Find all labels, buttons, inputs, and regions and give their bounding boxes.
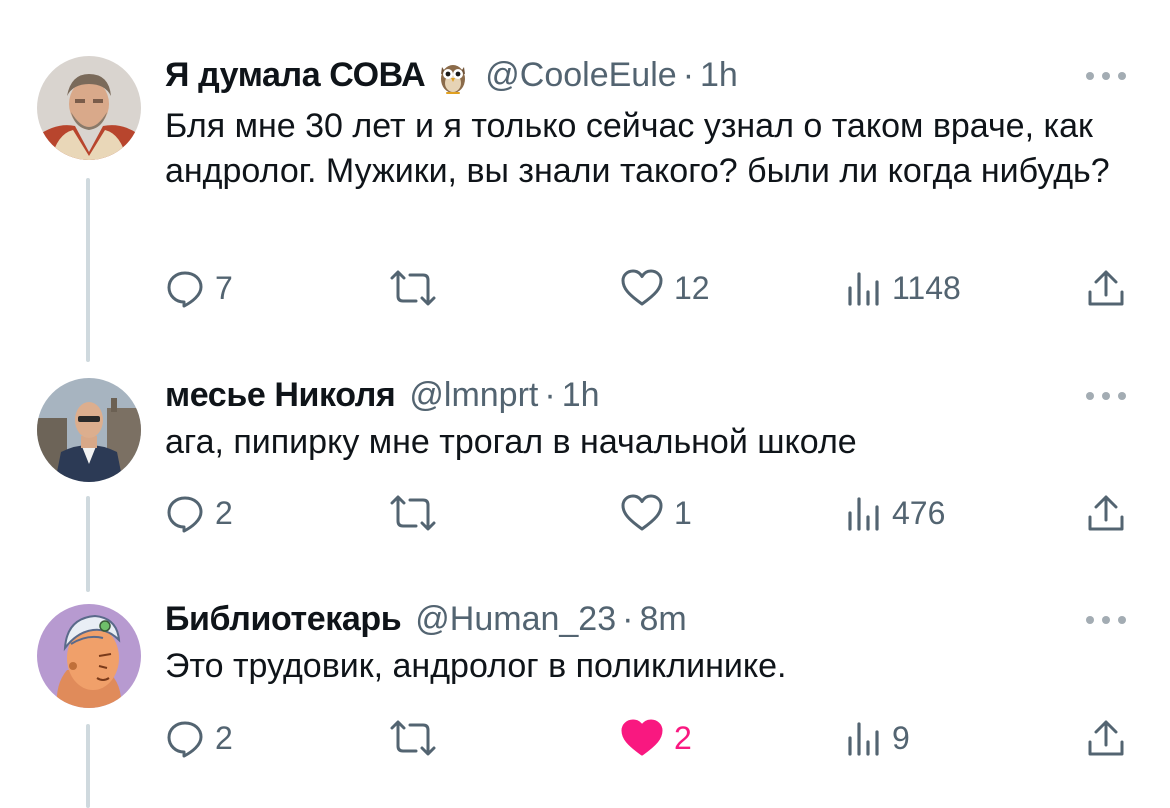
share-icon	[1088, 495, 1124, 531]
thread-line	[86, 724, 90, 808]
share-icon	[1088, 270, 1124, 306]
separator: ·	[622, 599, 634, 638]
like-icon	[621, 269, 663, 306]
reply-button[interactable]: 2	[165, 716, 233, 760]
reply-count: 2	[215, 719, 233, 756]
views-icon	[848, 272, 879, 306]
handle[interactable]: @Human_23	[415, 600, 616, 639]
tweet-header: Я думала СОВА @CooleEule · 1h	[165, 54, 738, 96]
reply-icon	[167, 496, 203, 533]
more-icon[interactable]	[1086, 616, 1130, 626]
avatar[interactable]	[37, 604, 141, 708]
retweet-icon	[390, 720, 436, 756]
share-button[interactable]	[1084, 266, 1128, 310]
reply-icon	[167, 271, 203, 308]
like-count: 1	[674, 494, 692, 531]
display-name[interactable]: Я думала СОВА	[165, 56, 426, 95]
handle[interactable]: @CooleEule	[485, 56, 676, 95]
like-icon	[621, 719, 663, 756]
like-button[interactable]: 12	[620, 266, 710, 310]
views-icon	[848, 722, 879, 756]
tweet-header: Библиотекарь @Human_23 · 8m	[165, 598, 687, 640]
display-name[interactable]: месье Николя	[165, 376, 396, 415]
share-button[interactable]	[1084, 491, 1128, 535]
tweet-text: Бля мне 30 лет и я только сейчас узнал о…	[165, 107, 1110, 190]
like-count: 12	[674, 269, 710, 306]
timestamp[interactable]: 8m	[639, 600, 686, 639]
reply-icon	[167, 721, 203, 758]
avatar[interactable]	[37, 56, 141, 160]
more-icon[interactable]	[1086, 392, 1130, 402]
share-button[interactable]	[1084, 716, 1128, 760]
retweet-button[interactable]	[388, 493, 448, 533]
timestamp[interactable]: 1h	[562, 376, 600, 415]
more-icon[interactable]	[1086, 72, 1130, 82]
like-count: 2	[674, 719, 692, 756]
retweet-button[interactable]	[388, 268, 448, 308]
like-button[interactable]: 2	[620, 716, 692, 760]
thread-line	[86, 496, 90, 592]
avatar[interactable]	[37, 378, 141, 482]
separator: ·	[544, 375, 556, 414]
reply-count: 7	[215, 269, 233, 306]
views-button[interactable]: 9	[846, 716, 910, 760]
share-icon	[1088, 720, 1124, 756]
views-icon	[848, 497, 879, 531]
views-count: 9	[892, 719, 910, 756]
views-count: 1148	[892, 269, 961, 306]
like-icon	[621, 494, 663, 531]
timestamp[interactable]: 1h	[700, 56, 738, 95]
display-name[interactable]: Библиотекарь	[165, 600, 402, 639]
retweet-button[interactable]	[388, 718, 448, 758]
tweet-text: ага, пипирку мне трогал в начальной школ…	[165, 423, 857, 461]
thread-line	[86, 178, 90, 362]
views-button[interactable]: 476	[846, 491, 945, 535]
owl-emoji-icon	[435, 55, 471, 95]
retweet-icon	[390, 270, 436, 306]
reply-count: 2	[215, 494, 233, 531]
tweet-header: месье Николя @lmnprt · 1h	[165, 374, 600, 416]
views-count: 476	[892, 494, 946, 531]
retweet-icon	[390, 495, 436, 531]
like-button[interactable]: 1	[620, 491, 692, 535]
views-button[interactable]: 1148	[846, 266, 961, 310]
tweet-text: Это трудовик, андролог в поликлинике.	[165, 647, 787, 685]
separator: ·	[682, 55, 695, 94]
reply-button[interactable]: 7	[165, 266, 233, 310]
handle[interactable]: @lmnprt	[409, 376, 538, 415]
reply-button[interactable]: 2	[165, 491, 233, 535]
